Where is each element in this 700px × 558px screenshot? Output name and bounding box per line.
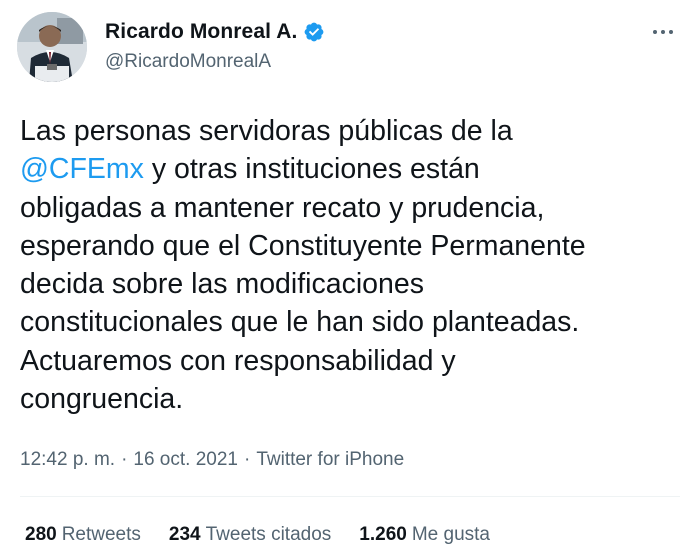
meta-separator: · bbox=[121, 449, 128, 470]
likes-label: Me gusta bbox=[411, 524, 490, 545]
avatar[interactable] bbox=[17, 12, 87, 82]
tweet-line: Las personas servidoras públicas de la bbox=[20, 115, 513, 147]
likes-count: 1.260 bbox=[359, 524, 407, 545]
tweet-line: esperando que el Constituyente Permanent… bbox=[20, 229, 586, 262]
meta-separator: · bbox=[243, 449, 251, 470]
avatar-photo bbox=[17, 12, 87, 82]
retweets-count: 280 bbox=[25, 524, 57, 545]
tweet-line: obligadas a mantener recato y prudencia, bbox=[20, 191, 545, 224]
quote-tweets-stat[interactable]: 234 Tweets citados bbox=[169, 524, 331, 546]
quote-tweets-label: Tweets citados bbox=[205, 524, 332, 545]
engagement-stats: 280 Retweets 234 Tweets citados 1.260 Me… bbox=[25, 524, 490, 546]
likes-stat[interactable]: 1.260 Me gusta bbox=[359, 524, 490, 546]
tweet-text: Las personas servidoras públicas de la @… bbox=[20, 112, 692, 418]
tweet-line-text: y otras instituciones están bbox=[143, 153, 480, 186]
tweet-line: congruencia. bbox=[20, 383, 184, 416]
mention-link[interactable]: @CFEmx bbox=[20, 153, 144, 185]
verified-badge-icon bbox=[303, 21, 325, 43]
tweet-date[interactable]: 16 oct. 2021 bbox=[133, 449, 238, 471]
more-options-icon[interactable] bbox=[648, 22, 678, 42]
tweet-line: Actuaremos con responsabilidad y bbox=[20, 344, 456, 377]
tweet-line: @CFEmx y otras instituciones están bbox=[20, 150, 692, 188]
author-display-name[interactable]: Ricardo Monreal A. bbox=[105, 20, 297, 44]
author-name-row: Ricardo Monreal A. bbox=[105, 18, 325, 46]
author-handle[interactable]: @RicardoMonrealA bbox=[105, 51, 325, 73]
tweet-metadata: 12:42 p. m. · 16 oct. 2021 · Twitter for… bbox=[20, 449, 404, 471]
tweet-source-link[interactable]: Twitter for iPhone bbox=[256, 449, 404, 471]
tweet-line: constitucionales que le han sido plantea… bbox=[20, 306, 580, 339]
author-block: Ricardo Monreal A. @RicardoMonrealA bbox=[105, 18, 325, 73]
retweets-label: Retweets bbox=[61, 524, 141, 545]
retweets-stat[interactable]: 280 Retweets bbox=[25, 524, 141, 546]
quote-tweets-count: 234 bbox=[168, 524, 201, 545]
tweet-card: Ricardo Monreal A. @RicardoMonrealA Las … bbox=[0, 0, 700, 558]
tweet-line: decida sobre las modificaciones bbox=[20, 268, 424, 301]
divider bbox=[20, 496, 680, 497]
tweet-time[interactable]: 12:42 p. m. bbox=[20, 449, 115, 471]
